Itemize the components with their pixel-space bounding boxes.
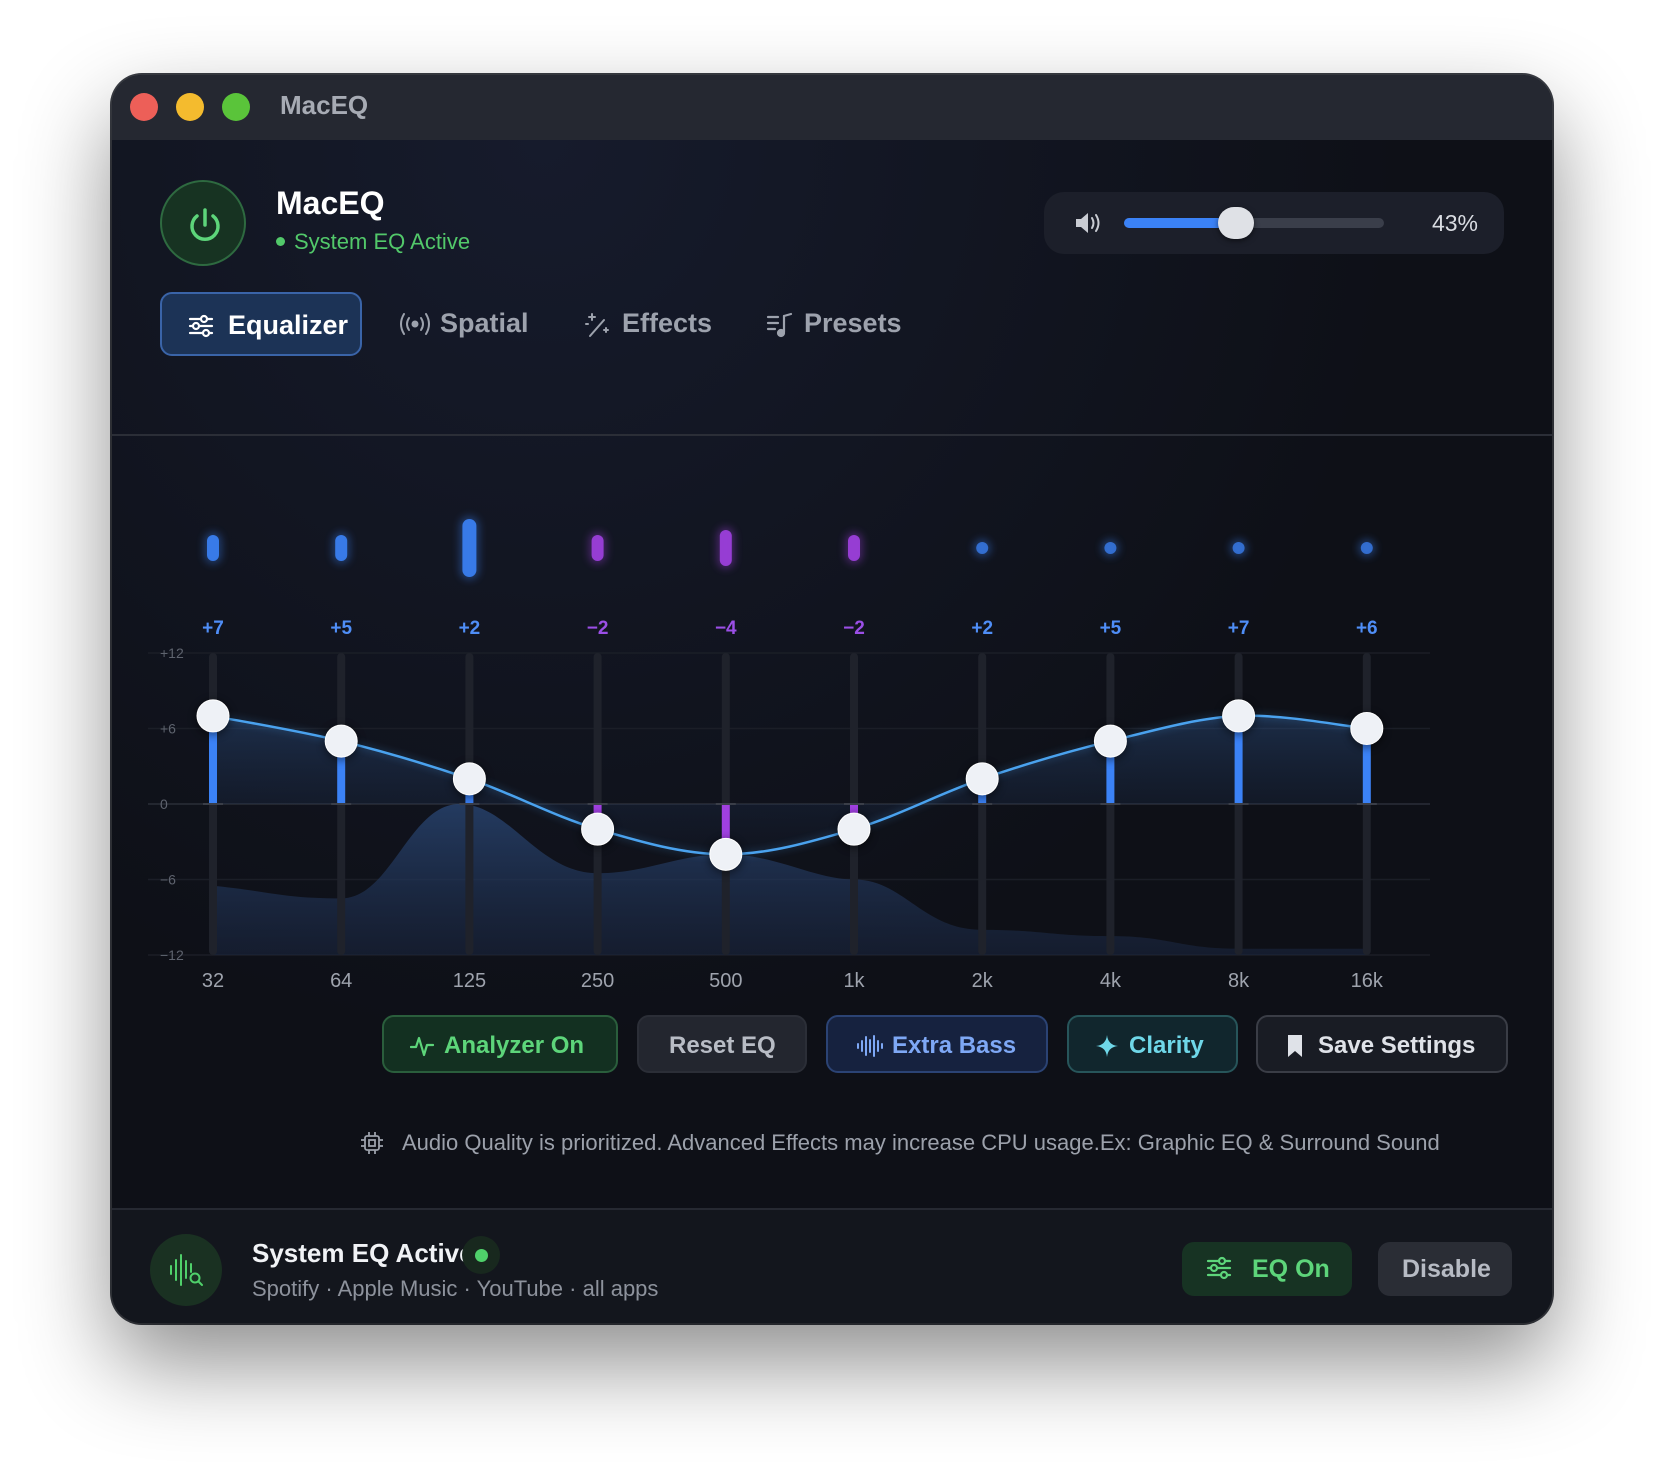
active-indicator: [462, 1236, 500, 1274]
zoom-window-button[interactable]: [222, 93, 250, 121]
extra-bass-button[interactable]: Extra Bass: [826, 1015, 1048, 1073]
reset-eq-button[interactable]: Reset EQ: [637, 1015, 807, 1073]
band-gain-label: +2: [459, 618, 481, 639]
main-panel: MacEQ System EQ Active 43% Equalizer Spa…: [112, 140, 1552, 1208]
band-frequency-label: 32: [202, 970, 224, 992]
y-tick-label: 0: [160, 796, 168, 812]
quality-note-text: Audio Quality is prioritized. Advanced E…: [402, 1130, 1440, 1155]
band-thumb-1k[interactable]: [837, 812, 871, 846]
band-meter-32: [207, 535, 219, 561]
band-gain-label: −2: [587, 618, 609, 639]
band-thumb-8k[interactable]: [1222, 699, 1256, 733]
band-gain-label: +7: [1228, 618, 1250, 639]
pulse-icon: [410, 1036, 434, 1057]
band-gain-label: −4: [715, 618, 737, 639]
band-meter-2k: [976, 542, 989, 554]
eq-curve-fill: [213, 715, 1367, 855]
band-thumb-64[interactable]: [324, 724, 358, 758]
band-meter-250: [591, 535, 604, 561]
extra-bass-label: Extra Bass: [892, 1032, 1017, 1059]
y-tick-label: −6: [160, 872, 176, 888]
disable-button[interactable]: Disable: [1378, 1242, 1512, 1296]
band-thumb-125[interactable]: [452, 762, 486, 796]
band-frequency-label: 500: [709, 970, 742, 992]
equalizer-graph: +12 +6 0 −6 −12 +7 32 +5 64 +2 125 −2 250 −4 500 −2 1k +…: [148, 516, 1430, 992]
band-meter-16k: [1360, 542, 1373, 554]
band-meter-500: [719, 530, 732, 566]
disable-label: Disable: [1402, 1255, 1491, 1283]
band-frequency-label: 4k: [1100, 970, 1122, 992]
clarity-label: Clarity: [1129, 1032, 1204, 1059]
y-tick-label: +6: [160, 721, 176, 737]
band-gain-label: +5: [330, 618, 352, 639]
band-meter-4k: [1104, 542, 1117, 554]
eq-on-button[interactable]: EQ On: [1182, 1242, 1352, 1296]
band-frequency-label: 1k: [843, 970, 865, 992]
sparkle-icon: [1096, 1035, 1118, 1057]
footer-subtitle: Spotify · Apple Music · YouTube · all ap…: [252, 1276, 659, 1301]
band-meter-1k: [848, 535, 860, 561]
bookmark-icon: [1288, 1035, 1302, 1057]
band-frequency-label: 8k: [1228, 970, 1250, 992]
cpu-chip-icon: [361, 1132, 383, 1154]
band-thumb-32[interactable]: [196, 699, 230, 733]
band-frequency-label: 2k: [972, 970, 994, 992]
band-thumb-4k[interactable]: [1093, 724, 1127, 758]
minimize-window-button[interactable]: [176, 93, 204, 121]
clarity-button[interactable]: Clarity: [1067, 1015, 1238, 1073]
band-meter-64: [335, 535, 348, 561]
waveform-icon: [857, 1035, 883, 1057]
band-frequency-label: 16k: [1351, 970, 1384, 992]
analyzer-toggle-button[interactable]: Analyzer On: [382, 1015, 618, 1073]
eq-on-label: EQ On: [1252, 1255, 1330, 1283]
y-tick-label: −12: [160, 947, 184, 963]
save-settings-button[interactable]: Save Settings: [1256, 1015, 1508, 1073]
waveform-search-icon: [170, 1254, 203, 1286]
band-gain-label: +2: [971, 618, 993, 639]
band-meter-8k: [1232, 542, 1245, 554]
y-tick-label: +12: [160, 645, 184, 661]
band-gain-label: +6: [1356, 618, 1378, 639]
band-thumb-500[interactable]: [709, 837, 743, 871]
band-frequency-label: 64: [330, 970, 352, 992]
reset-label: Reset EQ: [669, 1032, 776, 1059]
footer-title: System EQ Active: [252, 1238, 474, 1268]
app-window: MacEQ MacEQ System EQ Active 43% Equaliz…: [112, 75, 1552, 1323]
band-gain-label: +5: [1100, 618, 1122, 639]
title-bar: MacEQ: [112, 75, 1552, 140]
band-gain-label: −2: [843, 618, 865, 639]
band-frequency-label: 250: [581, 970, 614, 992]
analyzer-status-badge: [150, 1234, 222, 1306]
band-thumb-250[interactable]: [581, 812, 615, 846]
close-window-button[interactable]: [130, 93, 158, 121]
band-thumb-2k[interactable]: [965, 762, 999, 796]
band-meter-125: [462, 519, 477, 577]
band-gain-label: +7: [202, 618, 224, 639]
window-title: MacEQ: [280, 90, 369, 120]
sliders-icon: [1206, 1256, 1232, 1280]
status-footer: System EQ Active Spotify · Apple Music ·…: [112, 1208, 1552, 1323]
band-thumb-16k[interactable]: [1350, 712, 1384, 745]
band-frequency-label: 125: [453, 970, 486, 992]
analyzer-label: Analyzer On: [444, 1032, 585, 1059]
save-label: Save Settings: [1318, 1032, 1476, 1059]
